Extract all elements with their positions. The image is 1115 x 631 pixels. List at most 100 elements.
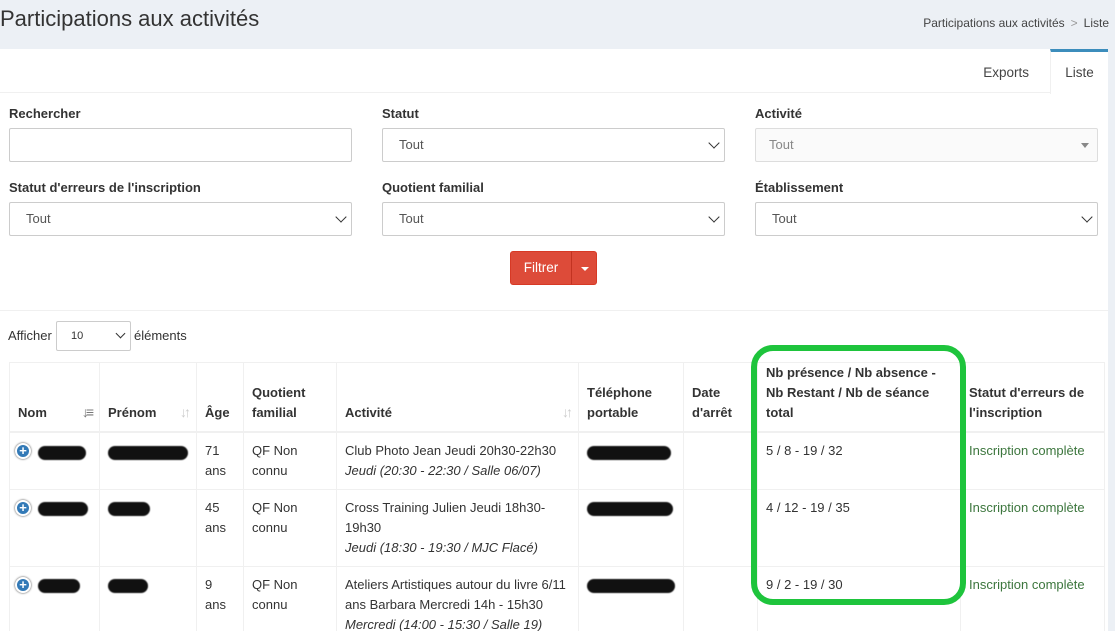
length-prefix: Afficher bbox=[8, 328, 52, 343]
quotient-select-value: Tout bbox=[399, 211, 424, 226]
statut-erreurs-select[interactable]: Tout bbox=[9, 202, 352, 236]
statut-erreurs-label: Statut d'erreurs de l'inscription bbox=[9, 180, 201, 195]
content-box: Exports Liste Rechercher Statut Tout Act… bbox=[0, 49, 1108, 631]
column-header-prenom[interactable]: Prénom ↓↑ bbox=[99, 362, 197, 433]
tab-bar: Exports Liste bbox=[0, 49, 1108, 94]
statut-select-value: Tout bbox=[399, 137, 424, 152]
cell-quotient: QF Non connu bbox=[243, 431, 337, 490]
cell-prenom bbox=[99, 431, 197, 490]
filter-statut-erreurs: Statut d'erreurs de l'inscription Tout bbox=[9, 180, 352, 236]
filter-rechercher: Rechercher bbox=[9, 106, 352, 162]
redacted-name bbox=[38, 579, 80, 594]
cell-prenom bbox=[99, 488, 197, 567]
column-header-label: Âge bbox=[205, 405, 230, 420]
filter-button[interactable]: Filtrer bbox=[510, 251, 572, 285]
cell-quotient: QF Non connu bbox=[243, 488, 337, 567]
breadcrumb-item-liste: Liste bbox=[1083, 16, 1109, 30]
sort-icon: ↓↑ bbox=[180, 404, 191, 420]
chevron-down-icon bbox=[115, 328, 126, 339]
statut-select[interactable]: Tout bbox=[382, 128, 725, 162]
cell-telephone bbox=[578, 488, 684, 567]
length-suffix: éléments bbox=[134, 328, 187, 343]
chevron-down-icon bbox=[335, 211, 347, 223]
activite-name: Ateliers Artistiques autour du livre 6/1… bbox=[345, 576, 566, 612]
column-header-label: Nb présence / Nb absence - Nb Restant / … bbox=[766, 365, 936, 420]
filter-quotient: Quotient familial Tout bbox=[382, 180, 725, 236]
tab-exports[interactable]: Exports bbox=[966, 49, 1046, 94]
cell-age: 9 ans bbox=[196, 565, 244, 631]
cell-nom: + bbox=[9, 565, 100, 631]
expand-row-icon[interactable]: + bbox=[15, 499, 31, 516]
cell-activite: Cross Training Julien Jeudi 18h30-19h30 J… bbox=[336, 488, 579, 567]
redacted-phone bbox=[587, 579, 675, 594]
divider bbox=[0, 310, 1108, 311]
cell-nb-presence: 4 / 12 - 19 / 35 bbox=[757, 488, 961, 567]
redacted-firstname bbox=[108, 502, 150, 517]
activite-detail: Jeudi (20:30 - 22:30 / Salle 06/07) bbox=[345, 463, 541, 478]
etablissement-select-value: Tout bbox=[772, 211, 797, 226]
column-header-label: Quotient familial bbox=[252, 385, 306, 420]
quotient-label: Quotient familial bbox=[382, 180, 484, 195]
activite-select-value: Tout bbox=[769, 137, 794, 152]
page-length-value: 10 bbox=[71, 330, 84, 342]
page-length-select[interactable]: 10 bbox=[56, 321, 131, 351]
cell-telephone bbox=[578, 565, 684, 631]
cell-nom: + bbox=[9, 488, 100, 567]
redacted-phone bbox=[587, 502, 673, 517]
page-header: Participations aux activités Participati… bbox=[0, 0, 1115, 49]
participations-table: Nom ↓≡ Prénom ↓↑ Âge Quotient familial Act… bbox=[9, 362, 1105, 631]
column-header-label: Activité bbox=[345, 405, 392, 420]
cell-activite: Club Photo Jean Jeudi 20h30-22h30 Jeudi (… bbox=[336, 431, 579, 490]
cell-statut: Inscription complète bbox=[960, 488, 1105, 567]
redacted-firstname bbox=[108, 579, 148, 594]
statut-label: Statut bbox=[382, 106, 419, 121]
cell-activite: Ateliers Artistiques autour du livre 6/1… bbox=[336, 565, 579, 631]
column-header-quotient: Quotient familial bbox=[243, 362, 337, 433]
quotient-select[interactable]: Tout bbox=[382, 202, 725, 236]
etablissement-label: Établissement bbox=[755, 180, 844, 195]
table-row: + 71 ans QF Non connu Club Photo Jean Je… bbox=[9, 431, 1105, 490]
column-header-date-arret: Date d'arrêt bbox=[683, 362, 758, 433]
cell-quotient: QF Non connu bbox=[243, 565, 337, 631]
sort-icon: ↓↑ bbox=[562, 404, 573, 420]
cell-statut: Inscription complète bbox=[960, 565, 1105, 631]
search-input[interactable] bbox=[9, 128, 352, 162]
chevron-down-icon bbox=[1081, 211, 1093, 223]
caret-down-icon bbox=[1081, 143, 1089, 148]
redacted-name bbox=[38, 445, 86, 460]
column-header-telephone: Téléphone portable bbox=[578, 362, 684, 433]
column-header-label: Téléphone portable bbox=[587, 385, 653, 420]
statut-erreurs-select-value: Tout bbox=[26, 211, 51, 226]
etablissement-select[interactable]: Tout bbox=[755, 202, 1098, 236]
breadcrumb-item-participations[interactable]: Participations aux activités bbox=[923, 16, 1064, 30]
cell-age: 71 ans bbox=[196, 431, 244, 490]
activite-name: Cross Training Julien Jeudi 18h30-19h30 bbox=[345, 499, 546, 535]
column-header-label: Prénom bbox=[108, 405, 157, 420]
page-title: Participations aux activités bbox=[0, 6, 260, 31]
cell-nb-presence: 9 / 2 - 19 / 30 bbox=[757, 565, 961, 631]
chevron-down-icon bbox=[708, 137, 720, 149]
cell-age: 45 ans bbox=[196, 488, 244, 567]
tab-liste[interactable]: Liste bbox=[1050, 49, 1108, 94]
table-row: + 45 ans QF Non connu Cross Training Jul… bbox=[9, 488, 1105, 567]
column-header-nom[interactable]: Nom ↓≡ bbox=[9, 362, 100, 433]
cell-statut: Inscription complète bbox=[960, 431, 1105, 490]
column-header-label: Statut d'erreurs de l'inscription bbox=[969, 385, 1085, 420]
column-header-statut: Statut d'erreurs de l'inscription bbox=[960, 362, 1105, 433]
activite-name: Club Photo Jean Jeudi 20h30-22h30 bbox=[345, 443, 557, 458]
table-row: + 9 ans QF Non connu Ateliers Artistique… bbox=[9, 565, 1105, 631]
column-header-activite[interactable]: Activité ↓↑ bbox=[336, 362, 579, 433]
column-header-age: Âge bbox=[196, 362, 244, 433]
filter-dropdown-button[interactable] bbox=[571, 251, 597, 285]
activite-label: Activité bbox=[755, 106, 802, 121]
expand-row-icon[interactable]: + bbox=[15, 576, 31, 593]
table-header-row: Nom ↓≡ Prénom ↓↑ Âge Quotient familial Act… bbox=[9, 362, 1105, 433]
cell-nb-presence: 5 / 8 - 19 / 32 bbox=[757, 431, 961, 490]
expand-row-icon[interactable]: + bbox=[15, 443, 31, 459]
sort-ascending-icon: ↓≡ bbox=[81, 404, 94, 420]
activite-select[interactable]: Tout bbox=[755, 128, 1098, 162]
rechercher-label: Rechercher bbox=[9, 106, 81, 121]
activite-detail: Jeudi (18:30 - 19:30 / MJC Flacé) bbox=[345, 539, 538, 555]
column-header-nb-presence: Nb présence / Nb absence - Nb Restant / … bbox=[757, 362, 961, 433]
cell-date-arret bbox=[683, 565, 758, 631]
